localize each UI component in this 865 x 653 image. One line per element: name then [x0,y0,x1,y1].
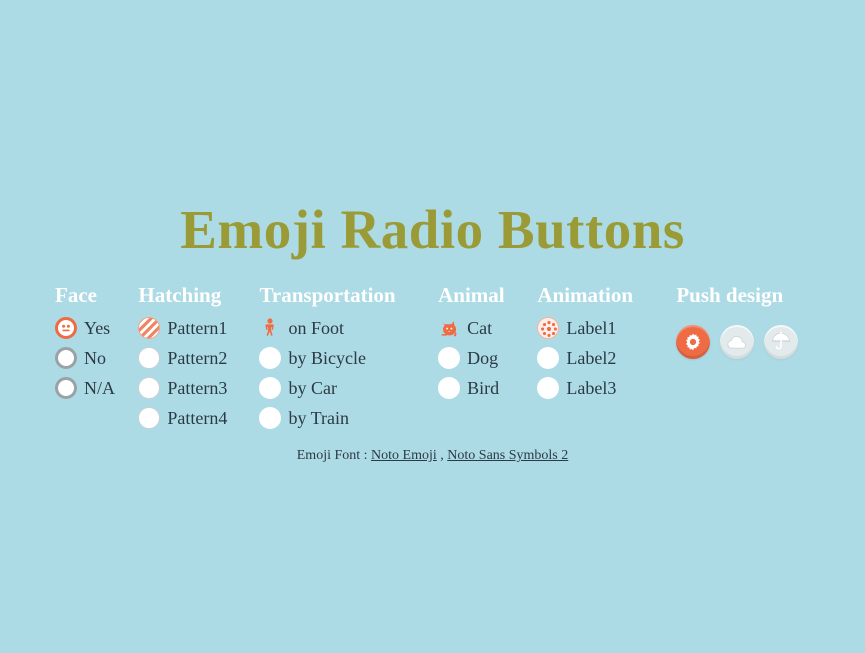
hatched-circle-icon[interactable] [138,317,161,339]
radio-label-hatching-pattern1: Pattern1 [167,318,228,338]
radio-option-face-na[interactable]: N/A [55,373,138,403]
sun-gear-icon [683,332,703,352]
radio-circle-animation-label2[interactable] [537,347,560,369]
group-header-push-design: Push design [676,283,784,307]
cloud-icon [726,334,748,350]
radio-circle-animal-dog[interactable] [438,347,461,369]
radio-circle-hatching-pattern2[interactable] [138,347,161,369]
radio-option-transportation-on-foot[interactable]: on Foot [259,313,438,343]
group-header-animation: Animation [537,283,634,307]
burst-circle-icon[interactable] [537,317,560,339]
radio-label-transportation-by-bicycle: by Bicycle [288,348,366,368]
radio-option-hatching-pattern3[interactable]: Pattern3 [138,373,259,403]
page-title: Emoji Radio Buttons [180,199,685,260]
radio-circle-hatching-pattern4[interactable] [138,407,161,429]
radio-label-face-no: No [84,348,106,368]
radio-group-hatching: Hatching Pattern1 Pattern2 Pattern3 Patt… [138,283,259,433]
push-button-sun[interactable] [676,325,711,359]
radio-option-face-no[interactable]: No [55,343,138,373]
push-button-cloud[interactable] [720,325,755,359]
font-link-noto-emoji[interactable]: Noto Emoji [371,448,437,463]
radio-option-animal-bird[interactable]: Bird [438,373,537,403]
radio-option-animation-label2[interactable]: Label2 [537,343,676,373]
radio-option-transportation-by-bicycle[interactable]: by Bicycle [259,343,438,373]
radio-circle-animal-bird[interactable] [438,377,461,399]
group-header-transportation: Transportation [259,283,396,307]
pedestrian-emoji-icon[interactable] [259,317,281,339]
page-root: Emoji Radio Buttons Face Yes No N/A Hatc… [0,0,865,653]
radio-circle-transportation-by-train[interactable] [259,407,282,429]
radio-label-transportation-on-foot: on Foot [288,318,344,338]
radio-option-transportation-by-car[interactable]: by Car [259,373,438,403]
radio-option-animation-label1[interactable]: Label1 [537,313,676,343]
radio-option-hatching-pattern1[interactable]: Pattern1 [138,313,259,343]
footer-separator: , [436,448,448,463]
radio-circle-transportation-by-car[interactable] [259,377,282,399]
font-link-noto-sans-symbols-2[interactable]: Noto Sans Symbols 2 [447,448,568,463]
radio-circle-transportation-by-bicycle[interactable] [259,347,282,369]
radio-option-hatching-pattern2[interactable]: Pattern2 [138,343,259,373]
radio-label-hatching-pattern4: Pattern4 [167,408,228,428]
footer-prefix: Emoji Font : [296,448,372,463]
radio-label-animal-bird: Bird [467,378,500,398]
push-button-umbrella[interactable] [764,325,799,359]
radio-label-transportation-by-train: by Train [288,408,349,428]
group-header-face: Face [55,283,97,307]
radio-option-face-yes[interactable]: Yes [55,313,138,343]
radio-circle-face-na[interactable] [55,377,77,399]
radio-option-animation-label3[interactable]: Label3 [537,373,676,403]
radio-circle-face-no[interactable] [55,347,77,369]
smiley-face-glyph [58,320,74,336]
radio-option-hatching-pattern4[interactable]: Pattern4 [138,403,259,433]
group-header-hatching: Hatching [138,283,222,307]
push-design-group: Push design [676,283,855,359]
cat-emoji-icon[interactable] [438,317,460,339]
radio-groups-container: Face Yes No N/A Hatching Pattern1 Patter… [55,283,855,433]
radio-circle-animation-label3[interactable] [537,377,560,399]
smiley-face-emoji[interactable] [55,317,77,339]
radio-label-face-na: N/A [84,378,115,398]
radio-label-animation-label3: Label3 [566,378,617,398]
push-button-row [676,325,855,359]
radio-group-animal: Animal Cat Dog Bird [438,283,537,403]
radio-label-animation-label2: Label2 [566,348,617,368]
radio-group-animation: Animation Label1 Label2 Label3 [537,283,676,403]
radio-group-transportation: Transportation on Foot by Bicycle by Car [259,283,438,433]
radio-group-face: Face Yes No N/A [55,283,138,403]
radio-label-animal-cat: Cat [467,318,493,338]
radio-label-hatching-pattern2: Pattern2 [167,348,228,368]
radio-label-animation-label1: Label1 [566,318,617,338]
radio-circle-hatching-pattern3[interactable] [138,377,161,399]
radio-label-face-yes: Yes [84,318,111,338]
radio-label-transportation-by-car: by Car [288,378,337,398]
radio-label-hatching-pattern3: Pattern3 [167,378,228,398]
radio-label-animal-dog: Dog [467,348,499,368]
radio-option-transportation-by-train[interactable]: by Train [259,403,438,433]
group-header-animal: Animal [438,283,505,307]
umbrella-icon [770,331,792,353]
radio-option-animal-cat[interactable]: Cat [438,313,537,343]
footer-credit: Emoji Font : Noto Emoji , Noto Sans Symb… [0,448,865,464]
radio-option-animal-dog[interactable]: Dog [438,343,537,373]
